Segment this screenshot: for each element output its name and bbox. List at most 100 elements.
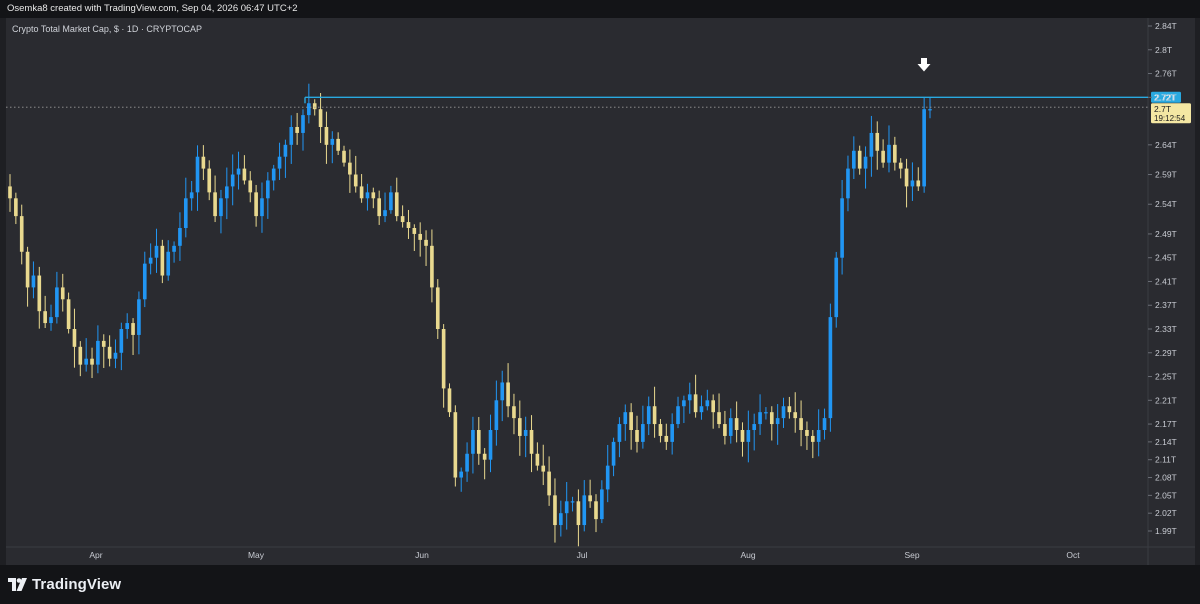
y-tick-label: 2.41T [1155,276,1177,286]
x-tick-label: May [248,550,265,560]
candle-up [195,156,200,193]
y-tick-label: 1.99T [1155,526,1177,536]
candle-down [717,412,721,425]
candle-down [348,162,352,175]
candle-up [113,352,118,359]
candle-up [570,501,575,503]
candle-down [588,495,592,502]
candle-up [852,150,856,169]
candle-down [535,453,540,466]
price-chart[interactable]: 2.72T 2.7T19:12:54 2.84T 2.8T 2.76T 2.72T 2.6… [0,0,1200,604]
candle-down [769,412,774,425]
y-tick-label: 2.25T [1155,372,1177,382]
candle-up [389,192,393,211]
candle-up [582,495,587,526]
y-tick-label: 2.59T [1155,170,1177,180]
y-tick-label: 2.29T [1155,348,1177,358]
y-tick-label: 2.8T [1155,45,1172,55]
candle-down [324,127,329,145]
x-tick-label: Jun [415,550,429,560]
candle-up [154,245,159,258]
candle-down [529,430,534,454]
tradingview-logo[interactable]: TradingView [8,576,121,593]
y-tick-label: 2.05T [1155,490,1177,500]
candle-down [787,406,792,413]
candle-up [764,412,768,414]
candle-down [342,150,346,163]
candle-down [482,453,487,460]
candle-down [904,168,909,187]
candle-up [142,263,147,300]
candle-down [723,424,727,436]
candle-up [266,180,270,199]
candle-up [260,198,264,217]
candle-up [846,168,850,199]
candle-up [55,287,59,318]
y-tick-label: 2.72T [1155,92,1177,102]
candle-down [400,216,405,223]
x-tick-label: Aug [740,550,755,560]
candle-down [66,299,71,329]
candle-down [353,174,358,187]
y-tick-label: 2.02T [1155,508,1177,518]
candle-up [775,418,780,425]
candle-up [523,430,528,436]
candle-up [605,465,610,490]
axes: 2.84T 2.8T 2.76T 2.72T 2.64T 2.59T 2.54T 2.49T 2… [89,21,1176,560]
candle-down [799,418,803,430]
candle-down [406,222,411,228]
candle-down [318,109,323,127]
candle-up [728,418,733,436]
candle-up [301,115,305,133]
candle-down [810,435,815,442]
candle-down [248,180,253,193]
candle-down [430,245,434,288]
y-tick-label: 2.54T [1155,199,1177,209]
candle-up [307,103,311,116]
candle-up [471,430,475,454]
candle-down [107,346,112,359]
x-tick-label: Sep [904,550,919,560]
candle-down [898,162,903,169]
overlays: 2.72T 2.7T19:12:54 [6,58,1191,124]
candle-up [84,358,88,365]
candle-down [213,192,217,217]
candle-up [383,210,387,217]
candle-up [465,453,469,472]
candle-up [494,400,499,430]
candle-up [816,430,821,442]
candle-down [476,430,481,454]
candle-down [793,412,798,419]
candle-up [646,406,651,425]
candle-up [752,424,757,430]
candle-down [19,216,24,252]
y-tick-label: 2.08T [1155,473,1177,483]
candle-up [125,323,130,329]
y-tick-label: 2.76T [1155,69,1177,79]
countdown-label: 19:12:54 [1154,114,1186,123]
tradingview-logo-icon [8,578,27,591]
candle-up [166,251,171,276]
candle-down [435,287,440,329]
candle-down [78,346,83,365]
candle-up [137,299,141,335]
candle-up [289,127,294,145]
candle-down [652,406,657,425]
candle-down [506,382,510,407]
candle-down [131,323,135,335]
candle-down [517,418,522,436]
candle-up [869,132,874,157]
candle-down [14,198,18,217]
candle-up [670,424,674,442]
y-tick-label: 2.37T [1155,300,1177,310]
candle-down [734,418,739,430]
candle-up [687,394,692,401]
candle-up [488,430,493,460]
candle-up [172,245,176,252]
candle-up [822,418,827,430]
candle-down [512,406,516,419]
y-tick-label: 2.64T [1155,140,1177,150]
candle-down [377,198,381,217]
candle-down [101,340,106,347]
candle-up [910,180,915,187]
